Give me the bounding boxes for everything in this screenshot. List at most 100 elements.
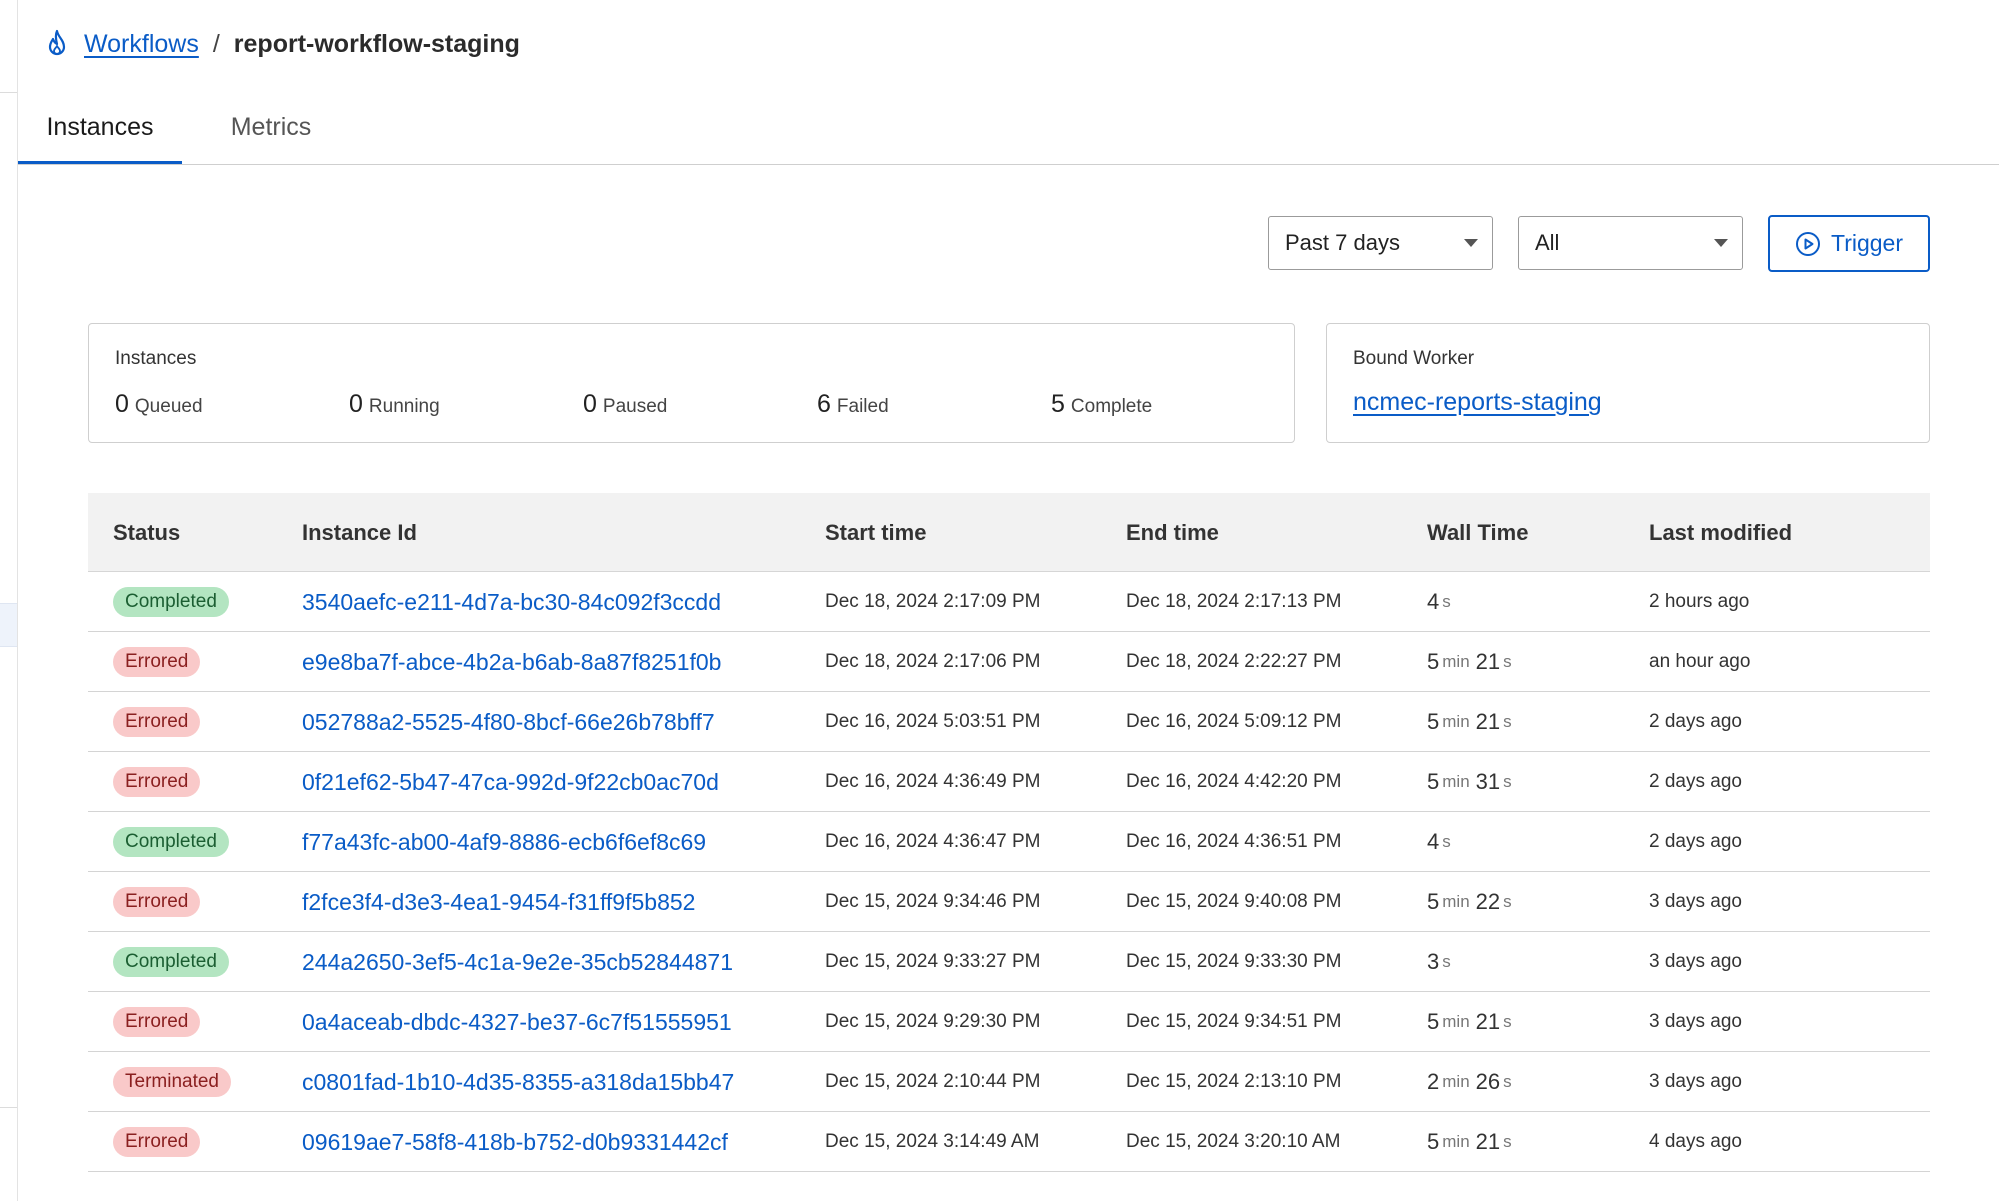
stat-label: Complete <box>1070 396 1153 417</box>
time-range-select[interactable]: Past 7 days <box>1268 216 1493 270</box>
instance-id-cell: 3540aefc-e211-4d7a-bc30-84c092f3ccdd <box>302 572 721 632</box>
column-header-instance-id[interactable]: Instance Id <box>302 493 417 572</box>
table-row[interactable]: Errored 0f21ef62-5b47-47ca-992d-9f22cb0ac… <box>88 752 1930 812</box>
chevron-down-icon <box>1714 239 1728 247</box>
table-row[interactable]: Errored f2fce3f4-d3e3-4ea1-9454-f31ff9f5b… <box>88 872 1930 932</box>
instance-id-cell: 0f21ef62-5b47-47ca-992d-9f22cb0ac70d <box>302 752 719 812</box>
wall-time-cell: 4s <box>1427 812 1457 872</box>
start-time-cell: Dec 16, 2024 5:03:51 PM <box>825 711 1041 732</box>
instance-id-link[interactable]: f77a43fc-ab00-4af9-8886-ecb6f6ef8c69 <box>302 829 706 856</box>
stat-queued: 0 Queued <box>115 390 203 419</box>
wall-time-unit: min <box>1442 1072 1470 1091</box>
workflows-flame-icon <box>44 29 70 59</box>
status-filter-value: All <box>1535 230 1560 255</box>
table-row[interactable]: Completed f77a43fc-ab00-4af9-8886-ecb6f6e… <box>88 812 1930 872</box>
table-row[interactable]: Terminated c0801fad-1b10-4d35-8355-a318da… <box>88 1052 1930 1112</box>
instance-id-cell: f2fce3f4-d3e3-4ea1-9454-f31ff9f5b852 <box>302 872 695 932</box>
start-time-cell: Dec 15, 2024 2:10:44 PM <box>825 1071 1041 1092</box>
status-cell: Completed <box>113 812 229 872</box>
table-row[interactable]: Errored 0a4aceab-dbdc-4327-be37-6c7f51555… <box>88 992 1930 1052</box>
instance-id-cell: 244a2650-3ef5-4c1a-9e2e-35cb52844871 <box>302 932 733 992</box>
status-cell: Errored <box>113 752 201 812</box>
start-time-cell: Dec 15, 2024 9:33:27 PM <box>825 951 1041 972</box>
bound-worker-link[interactable]: ncmec-reports-staging <box>1353 388 1602 417</box>
last-modified-cell: 4 days ago <box>1649 1131 1742 1152</box>
stat-count: 0 <box>349 390 363 418</box>
wall-time-value: 3 <box>1427 949 1440 974</box>
sidebar-divider <box>0 1107 17 1108</box>
end-time-cell: Dec 16, 2024 4:42:20 PM <box>1126 771 1342 792</box>
stat-label: Paused <box>602 396 668 417</box>
table-row[interactable]: Errored e9e8ba7f-abce-4b2a-b6ab-8a87f8251… <box>88 632 1930 692</box>
instance-id-link[interactable]: f2fce3f4-d3e3-4ea1-9454-f31ff9f5b852 <box>302 889 695 916</box>
instance-id-link[interactable]: e9e8ba7f-abce-4b2a-b6ab-8a87f8251f0b <box>302 649 721 676</box>
last-modified-cell: 2 days ago <box>1649 771 1742 792</box>
wall-time-cell: 5 min 31 s <box>1427 752 1518 812</box>
table-row[interactable]: Completed 3540aefc-e211-4d7a-bc30-84c092f… <box>88 572 1930 632</box>
time-range-value: Past 7 days <box>1285 230 1400 255</box>
instance-id-link[interactable]: 052788a2-5525-4f80-8bcf-66e26b78bff7 <box>302 709 715 736</box>
instance-id-link[interactable]: 3540aefc-e211-4d7a-bc30-84c092f3ccdd <box>302 589 721 616</box>
wall-time-unit: s <box>1503 772 1512 791</box>
start-time-cell: Dec 16, 2024 4:36:49 PM <box>825 771 1041 792</box>
wall-time-value: 26 <box>1475 1069 1501 1094</box>
status-cell: Errored <box>113 1112 201 1172</box>
wall-time-unit: s <box>1442 832 1451 851</box>
wall-time-value: 21 <box>1475 649 1501 674</box>
table-body: Completed 3540aefc-e211-4d7a-bc30-84c092f… <box>88 572 1930 1172</box>
wall-time-value: 5 <box>1427 889 1440 914</box>
wall-time-value: 5 <box>1427 769 1440 794</box>
start-time-cell: Dec 15, 2024 3:14:49 AM <box>825 1131 1040 1152</box>
wall-time-value: 5 <box>1427 709 1440 734</box>
status-cell: Completed <box>113 572 229 632</box>
wall-time-unit: s <box>1442 952 1451 971</box>
column-header-last-modified[interactable]: Last modified <box>1649 493 1792 572</box>
status-cell: Errored <box>113 872 201 932</box>
last-modified-cell: 3 days ago <box>1649 951 1742 972</box>
instance-id-link[interactable]: 244a2650-3ef5-4c1a-9e2e-35cb52844871 <box>302 949 733 976</box>
status-cell: Completed <box>113 932 229 992</box>
wall-time-value: 5 <box>1427 1129 1440 1154</box>
wall-time-unit: min <box>1442 1012 1470 1031</box>
stat-label: Queued <box>134 396 203 417</box>
wall-time-cell: 5 min 21 s <box>1427 692 1518 752</box>
start-time-cell: Dec 18, 2024 2:17:09 PM <box>825 591 1041 612</box>
wall-time-value: 22 <box>1475 889 1501 914</box>
table-row[interactable]: Errored 052788a2-5525-4f80-8bcf-66e26b78b… <box>88 692 1930 752</box>
start-time-cell: Dec 15, 2024 9:34:46 PM <box>825 891 1041 912</box>
tab-instances[interactable]: Instances <box>18 100 182 164</box>
instance-id-link[interactable]: 0f21ef62-5b47-47ca-992d-9f22cb0ac70d <box>302 769 719 796</box>
breadcrumb: Workflows / report-workflow-staging <box>44 26 520 62</box>
instance-id-link[interactable]: 09619ae7-58f8-418b-b752-d0b9331442cf <box>302 1129 728 1156</box>
status-badge: Completed <box>113 827 229 857</box>
instance-id-cell: f77a43fc-ab00-4af9-8886-ecb6f6ef8c69 <box>302 812 706 872</box>
instances-summary-title: Instances <box>115 348 197 369</box>
instance-id-cell: 052788a2-5525-4f80-8bcf-66e26b78bff7 <box>302 692 715 752</box>
last-modified-cell: an hour ago <box>1649 651 1751 672</box>
breadcrumb-workflows-link[interactable]: Workflows <box>84 30 199 59</box>
column-header-start-time[interactable]: Start time <box>825 493 926 572</box>
status-badge: Errored <box>113 707 201 737</box>
instance-id-link[interactable]: c0801fad-1b10-4d35-8355-a318da15bb47 <box>302 1069 734 1096</box>
wall-time-unit: min <box>1442 892 1470 911</box>
trigger-button[interactable]: Trigger <box>1768 215 1930 272</box>
status-cell: Errored <box>113 632 201 692</box>
column-header-status[interactable]: Status <box>113 493 180 572</box>
sidebar-selected-item[interactable] <box>0 603 17 647</box>
status-badge: Errored <box>113 767 201 797</box>
table-row[interactable]: Errored 09619ae7-58f8-418b-b752-d0b933144… <box>88 1112 1930 1172</box>
instance-id-cell: 0a4aceab-dbdc-4327-be37-6c7f51555951 <box>302 992 732 1052</box>
status-filter-select[interactable]: All <box>1518 216 1743 270</box>
column-header-wall-time[interactable]: Wall Time <box>1427 493 1528 572</box>
column-header-end-time[interactable]: End time <box>1126 493 1219 572</box>
instance-id-cell: e9e8ba7f-abce-4b2a-b6ab-8a87f8251f0b <box>302 632 721 692</box>
end-time-cell: Dec 15, 2024 9:34:51 PM <box>1126 1011 1342 1032</box>
instance-id-link[interactable]: 0a4aceab-dbdc-4327-be37-6c7f51555951 <box>302 1009 732 1036</box>
stat-count: 0 <box>583 390 597 418</box>
wall-time-cell: 5 min 21 s <box>1427 632 1518 692</box>
tab-metrics[interactable]: Metrics <box>203 100 339 164</box>
trigger-button-label: Trigger <box>1831 230 1903 256</box>
table-row[interactable]: Completed 244a2650-3ef5-4c1a-9e2e-35cb528… <box>88 932 1930 992</box>
status-cell: Errored <box>113 692 201 752</box>
table-header: Status Instance Id Start time End time W… <box>88 493 1930 572</box>
